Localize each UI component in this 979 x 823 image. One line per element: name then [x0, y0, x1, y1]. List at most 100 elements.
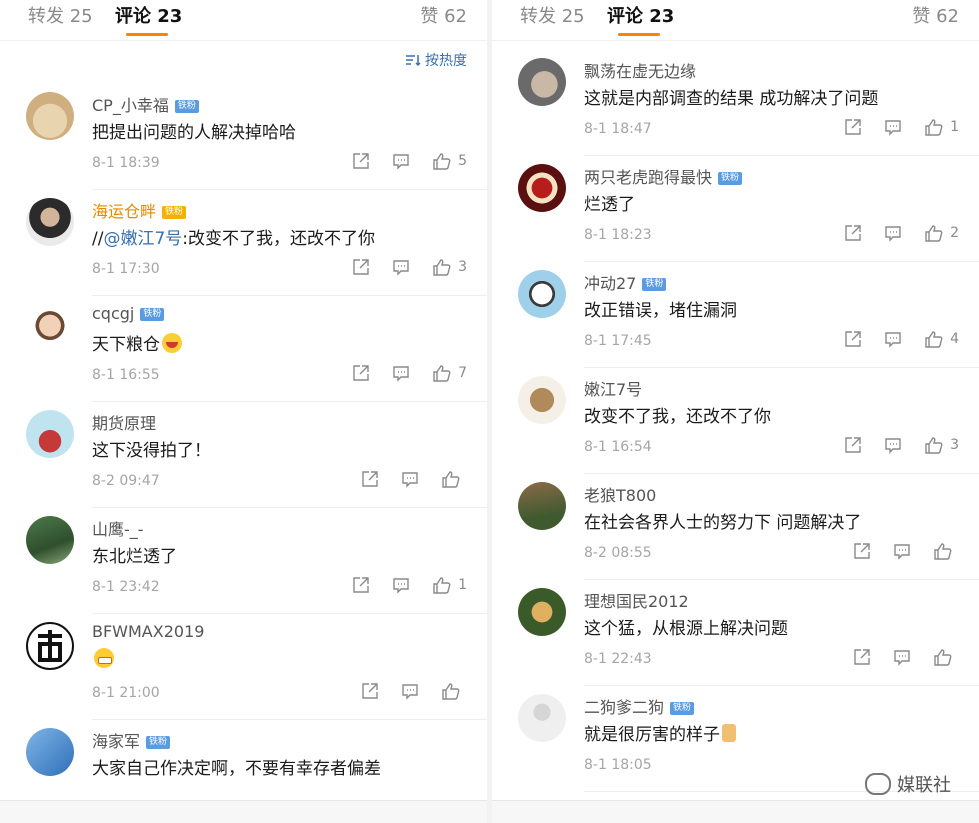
- reply-button[interactable]: [401, 470, 419, 488]
- reply-icon: [894, 544, 910, 560]
- share-button[interactable]: [352, 152, 370, 170]
- reply-button[interactable]: [884, 118, 902, 136]
- tab-reposts[interactable]: 转发 25: [520, 2, 585, 28]
- calligraphy-logo-icon: [38, 630, 62, 662]
- avatar[interactable]: [26, 622, 74, 670]
- fan-badge: 铁粉: [146, 736, 171, 749]
- reply-button[interactable]: [392, 152, 410, 170]
- reply-button[interactable]: [401, 682, 419, 700]
- avatar[interactable]: [518, 270, 566, 318]
- comment-username[interactable]: 期货原理: [92, 410, 156, 434]
- reply-button[interactable]: [884, 436, 902, 454]
- like-button[interactable]: 7: [432, 364, 467, 382]
- comment-username[interactable]: 冲动27 铁粉: [584, 270, 667, 294]
- sort-icon: [406, 55, 421, 67]
- share-button[interactable]: [853, 648, 871, 666]
- like-button[interactable]: 1: [924, 118, 959, 136]
- bottom-action-bar: [0, 800, 487, 823]
- tab-reposts[interactable]: 转发 25: [28, 2, 93, 28]
- username-text: 嫩江7号: [584, 380, 643, 399]
- avatar[interactable]: [26, 516, 74, 564]
- share-button[interactable]: [853, 542, 871, 560]
- comment-text: 改正错误，堵住漏洞: [584, 301, 737, 321]
- fan-badge: 铁粉: [174, 100, 199, 113]
- comment-username[interactable]: cqcgj 铁粉: [92, 304, 165, 323]
- tab-likes[interactable]: 赞 62: [420, 2, 467, 28]
- comment-username[interactable]: 二狗爹二狗 铁粉: [584, 694, 695, 718]
- comment-username[interactable]: 理想国民2012: [584, 588, 689, 612]
- reply-button[interactable]: [893, 648, 911, 666]
- like-button[interactable]: 3: [432, 258, 467, 276]
- comment-username[interactable]: 飘荡在虚无边缘: [584, 58, 696, 82]
- like-button[interactable]: [933, 542, 959, 560]
- avatar[interactable]: [26, 198, 74, 246]
- share-button[interactable]: [844, 118, 862, 136]
- like-button[interactable]: [933, 648, 959, 666]
- comment-actions: [361, 682, 467, 700]
- comment-username[interactable]: CP_小幸福 铁粉: [92, 92, 199, 116]
- thumbs-up-emoji-icon: [722, 724, 736, 742]
- like-button[interactable]: [441, 682, 467, 700]
- reply-button[interactable]: [392, 258, 410, 276]
- avatar[interactable]: [518, 694, 566, 742]
- comment-text: [92, 648, 114, 670]
- comment-text: 天下粮仓: [92, 330, 182, 355]
- avatar[interactable]: [518, 58, 566, 106]
- comment-text-body: 就是很厉害的样子: [584, 725, 720, 745]
- like-button[interactable]: 5: [432, 152, 467, 170]
- fan-badge: 铁粉: [670, 702, 695, 715]
- comment-username[interactable]: 海家军 铁粉: [92, 728, 171, 752]
- thumb-up-icon: [925, 331, 943, 348]
- comment-username[interactable]: 两只老虎跑得最快 铁粉: [584, 164, 743, 188]
- username-text: 老狼T800: [584, 486, 657, 505]
- avatar[interactable]: [518, 164, 566, 212]
- share-button[interactable]: [844, 224, 862, 242]
- tab-likes[interactable]: 赞 62: [912, 2, 959, 28]
- like-button[interactable]: [441, 470, 467, 488]
- like-button[interactable]: 1: [432, 576, 467, 594]
- comment-username[interactable]: 老狼T800: [584, 482, 656, 506]
- sort-by-hot-button[interactable]: 按热度: [405, 50, 467, 70]
- reply-button[interactable]: [893, 542, 911, 560]
- reply-button[interactable]: [884, 224, 902, 242]
- thumb-up-icon: [442, 683, 460, 700]
- like-count: 1: [950, 119, 959, 135]
- like-button[interactable]: 4: [924, 330, 959, 348]
- avatar[interactable]: [518, 588, 566, 636]
- like-button[interactable]: 2: [924, 224, 959, 242]
- share-button[interactable]: [844, 330, 862, 348]
- comment-username[interactable]: 山鹰-_-: [92, 516, 144, 540]
- reply-button[interactable]: [392, 576, 410, 594]
- reply-button[interactable]: [392, 364, 410, 382]
- share-button[interactable]: [352, 576, 370, 594]
- share-button[interactable]: [361, 682, 379, 700]
- share-button[interactable]: [352, 364, 370, 382]
- avatar[interactable]: [26, 92, 74, 140]
- share-button[interactable]: [844, 436, 862, 454]
- like-count: 4: [950, 331, 959, 347]
- comment-text: 在社会各界人士的努力下 问题解决了: [584, 513, 862, 533]
- reply-button[interactable]: [884, 330, 902, 348]
- thumb-up-icon: [925, 437, 943, 454]
- avatar[interactable]: [26, 410, 74, 458]
- comment-item: 老狼T800 在社会各界人士的努力下 问题解决了 8-2 08:55: [492, 474, 979, 580]
- comment-username[interactable]: 嫩江7号: [584, 376, 642, 400]
- reply-icon: [393, 154, 409, 170]
- tab-comments[interactable]: 评论 23: [607, 6, 674, 27]
- avatar[interactable]: [26, 304, 74, 352]
- thumb-up-icon: [433, 153, 451, 170]
- comment-time: 8-1 16:55: [92, 367, 160, 383]
- comment-username[interactable]: 海运仓畔 铁粉: [92, 198, 187, 222]
- avatar[interactable]: [518, 376, 566, 424]
- share-icon: [353, 365, 369, 381]
- share-button[interactable]: [352, 258, 370, 276]
- tab-comments[interactable]: 评论 23: [115, 6, 182, 27]
- mention-link[interactable]: @嫩江7号: [103, 229, 182, 249]
- comment-item: 期货原理 这下没得拍了！ 8-2 09:47: [0, 402, 487, 508]
- avatar[interactable]: [26, 728, 74, 776]
- bottom-action-bar: [492, 800, 979, 823]
- comment-username[interactable]: BFWMAX2019: [92, 622, 204, 641]
- share-button[interactable]: [361, 470, 379, 488]
- like-button[interactable]: 3: [924, 436, 959, 454]
- avatar[interactable]: [518, 482, 566, 530]
